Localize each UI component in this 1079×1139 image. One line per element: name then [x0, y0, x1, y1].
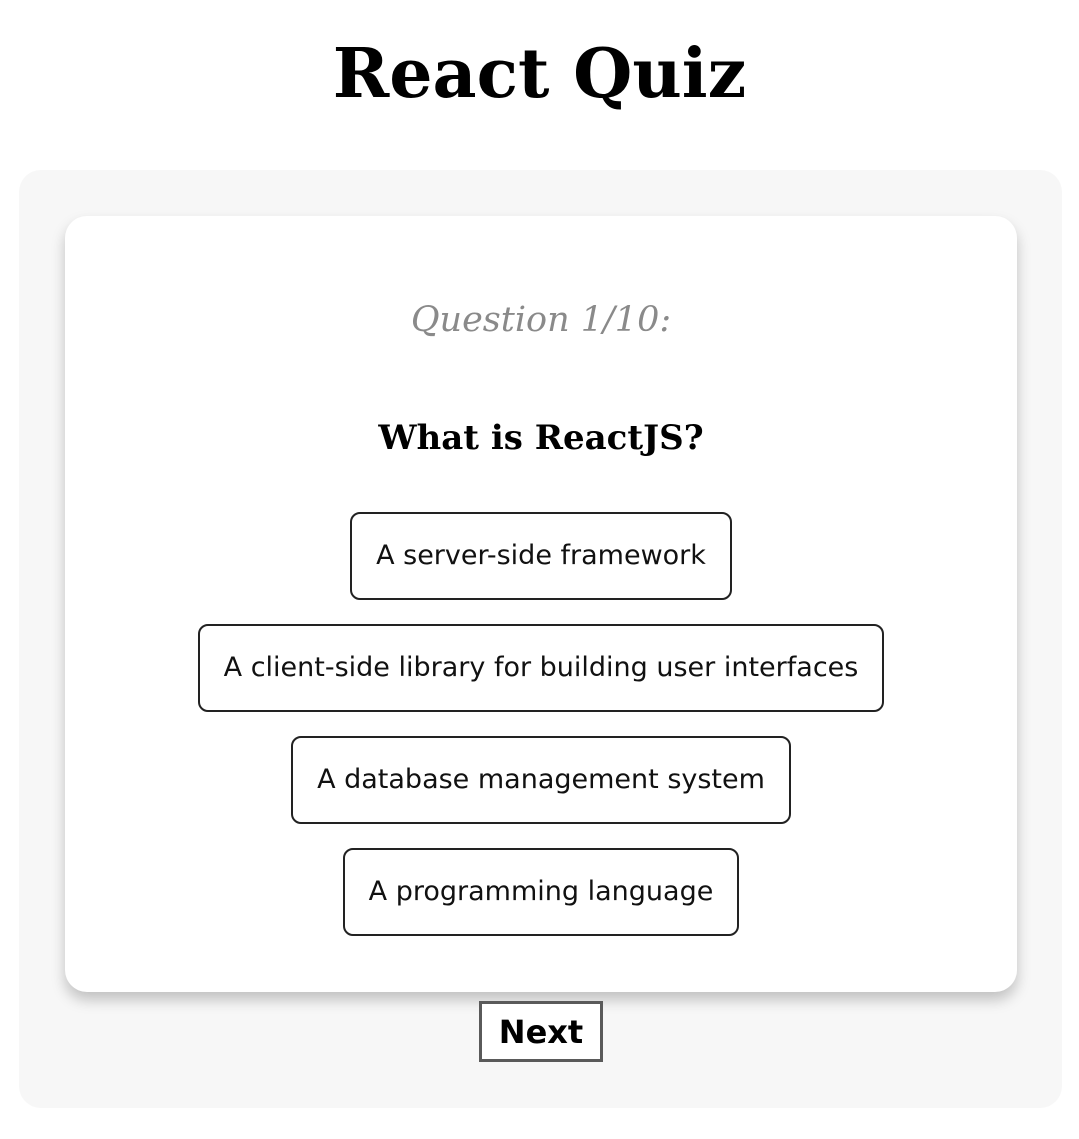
question-counter: Question 1/10:: [410, 300, 672, 340]
next-button[interactable]: Next: [479, 1001, 603, 1062]
answer-option-1[interactable]: A server-side framework: [350, 512, 732, 600]
answer-option-2[interactable]: A client-side library for building user …: [197, 624, 885, 712]
question-card: Question 1/10: What is ReactJS? A server…: [65, 216, 1017, 992]
answer-option-3[interactable]: A database management system: [291, 736, 791, 824]
page-title: React Quiz: [332, 34, 747, 114]
answer-list: A server-side framework A client-side li…: [65, 512, 1017, 960]
answer-option-4[interactable]: A programming language: [342, 848, 740, 936]
question-text: What is ReactJS?: [378, 418, 704, 458]
